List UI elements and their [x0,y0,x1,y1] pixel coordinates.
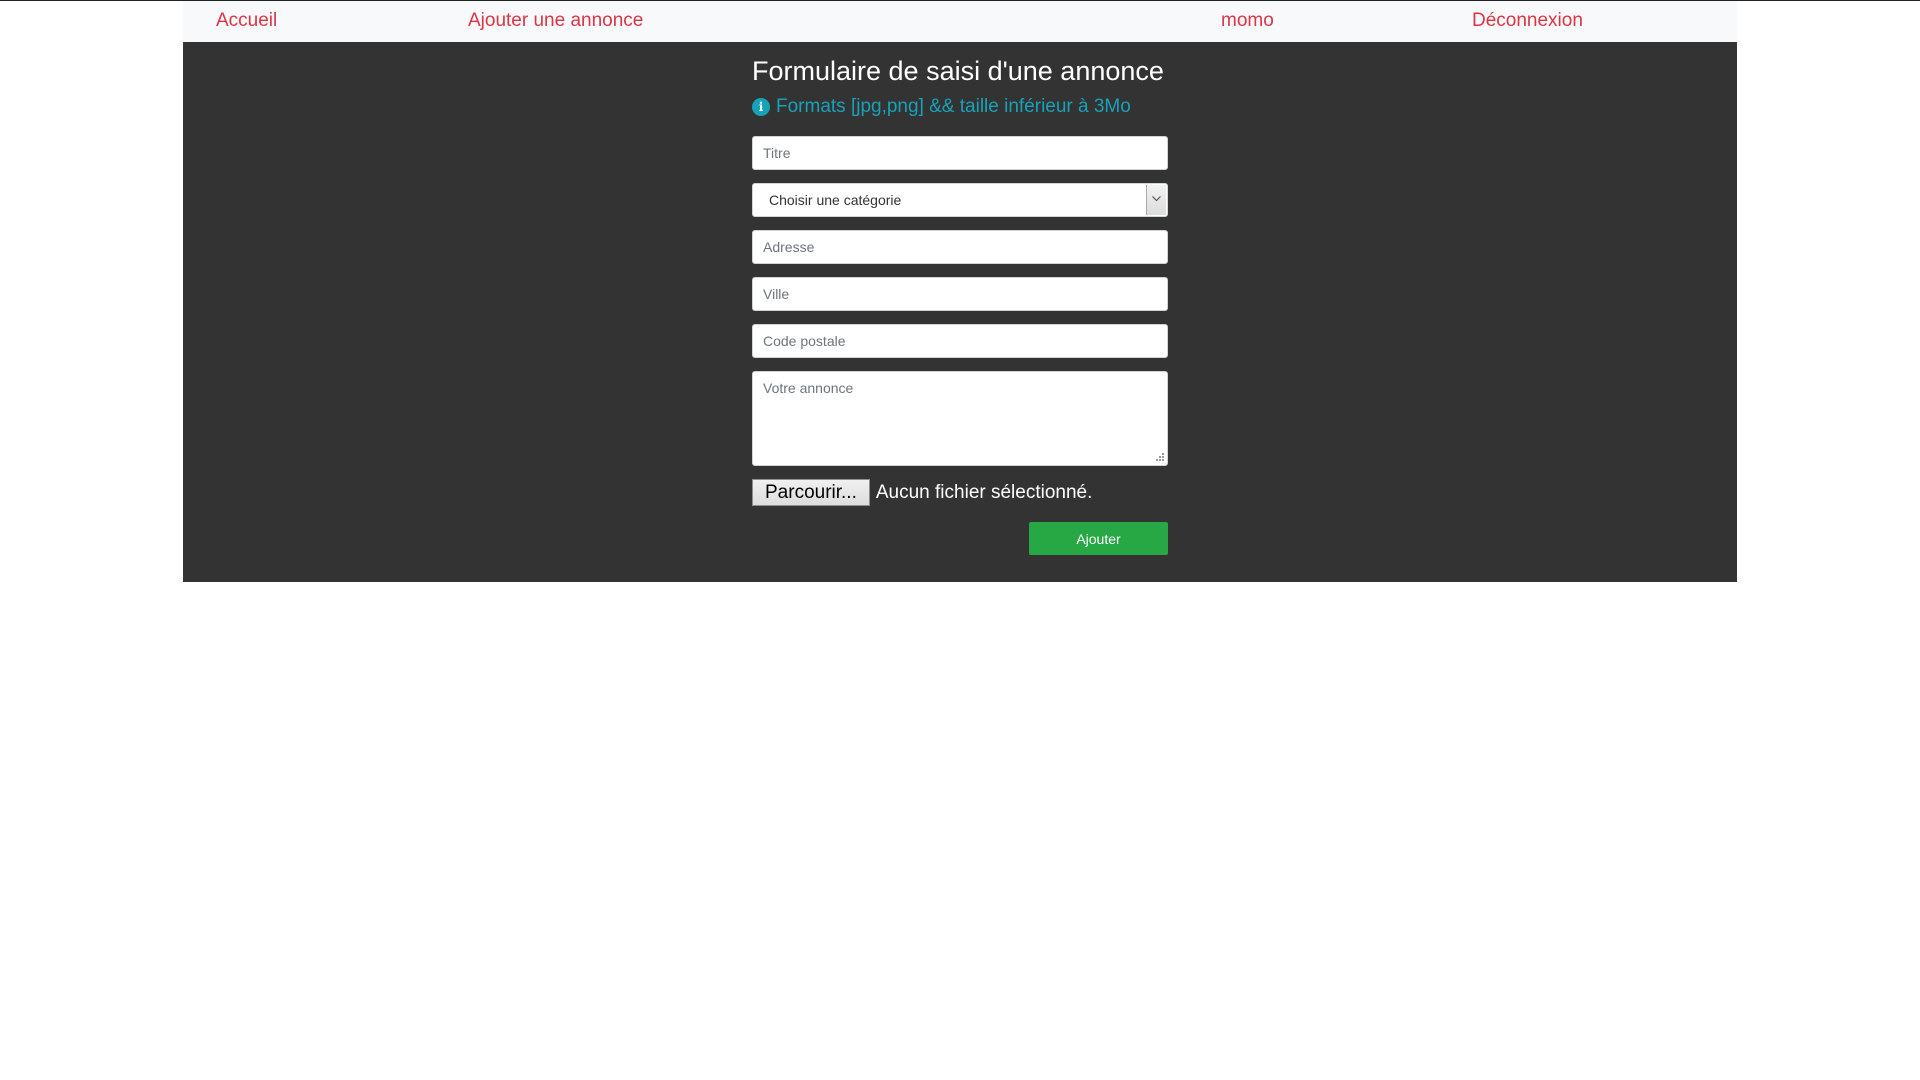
form-title: Formulaire de saisi d'une annonce [752,56,1164,86]
titre-input[interactable] [752,136,1168,170]
info-circle-icon: i [752,98,770,116]
chevron-down-icon[interactable] [1146,185,1166,215]
categorie-select-value: Choisir une catégorie [769,192,902,208]
form-info: i Formats [jpg,png] && taille inférieur à… [752,95,1131,119]
resize-grip-icon[interactable] [1155,452,1165,462]
annonce-textarea[interactable] [752,371,1168,466]
code-postal-input[interactable] [752,324,1168,358]
file-upload: Parcourir... Aucun fichier sélectionné. [752,479,1092,507]
nav-link-user[interactable]: momo [1221,10,1274,32]
ville-input[interactable] [752,277,1168,311]
file-status-text: Aucun fichier sélectionné. [875,482,1093,503]
form-info-text: Formats [jpg,png] && taille inférieur à … [776,96,1131,117]
nav-link-deconnexion[interactable]: Déconnexion [1472,10,1583,32]
parcourir-button[interactable]: Parcourir... [752,479,870,506]
ajouter-button[interactable]: Ajouter [1029,522,1168,555]
adresse-input[interactable] [752,230,1168,264]
main-panel: Formulaire de saisi d'une annonce i Forma… [183,42,1737,582]
nav-link-accueil[interactable]: Accueil [216,10,277,32]
categorie-select[interactable]: Choisir une catégorie [752,183,1168,217]
nav-link-ajouter-annonce[interactable]: Ajouter une annonce [468,10,643,32]
navbar: Accueil Ajouter une annonce momo Déconne… [183,1,1737,42]
